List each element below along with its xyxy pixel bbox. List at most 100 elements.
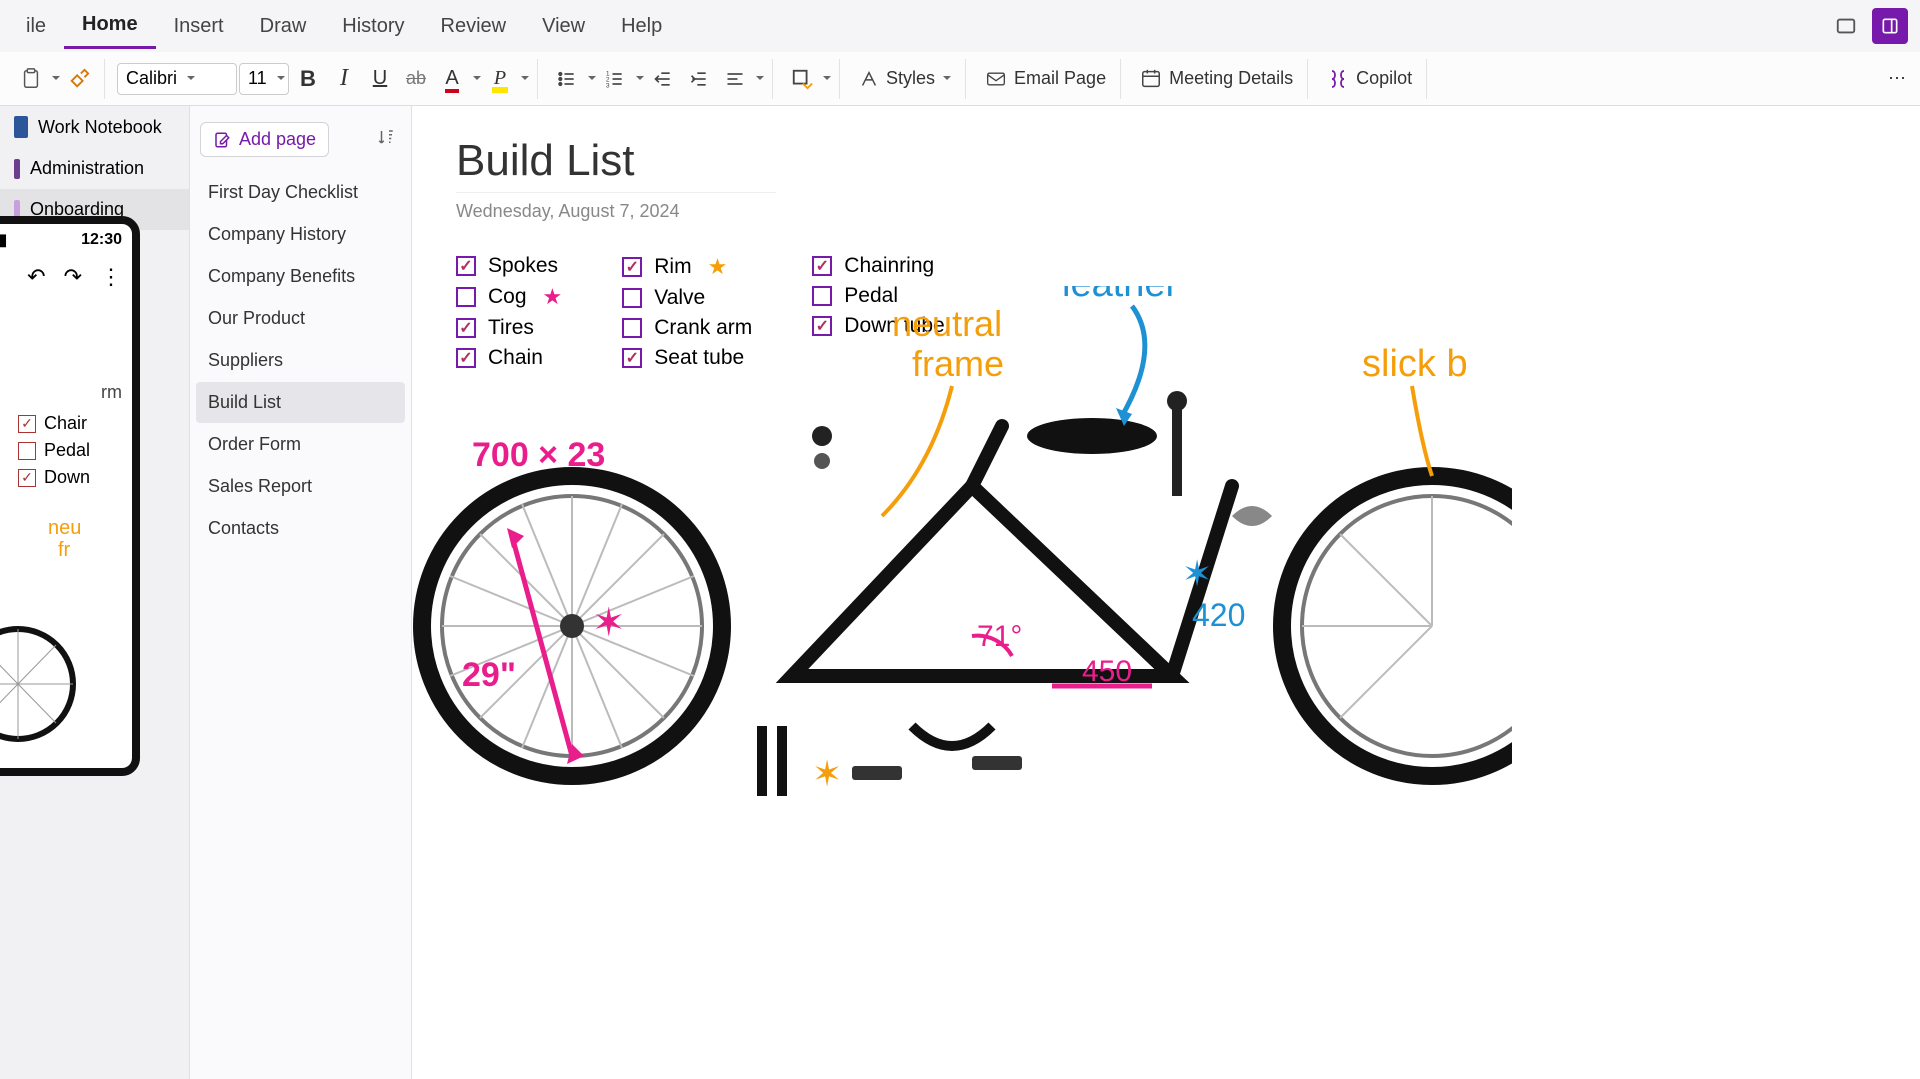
checkbox-icon[interactable]: [18, 442, 36, 460]
tab-history[interactable]: History: [324, 5, 422, 48]
page-item[interactable]: Build List: [196, 382, 405, 423]
svg-text:✶: ✶: [1182, 553, 1212, 594]
ink-420: 420: [1192, 597, 1245, 633]
undo-icon[interactable]: ↶: [27, 264, 45, 290]
phone-truncated-text: rm: [0, 382, 122, 403]
section-administration[interactable]: Administration: [0, 148, 189, 189]
svg-text:✶: ✶: [812, 753, 842, 794]
phone-check-row: ✓ Chair: [18, 413, 122, 434]
page-item[interactable]: Sales Report: [196, 466, 405, 507]
checkbox[interactable]: [622, 257, 642, 277]
page-item[interactable]: First Day Checklist: [196, 172, 405, 213]
page-item[interactable]: Company Benefits: [196, 256, 405, 297]
paste-dropdown[interactable]: [50, 68, 60, 89]
font-size-value: 11: [248, 68, 267, 89]
bullet-list-button[interactable]: [550, 61, 584, 97]
meeting-details-button[interactable]: Meeting Details: [1133, 61, 1299, 97]
phone-check-row: Pedal: [18, 440, 122, 461]
tab-review[interactable]: Review: [423, 5, 525, 48]
checkbox-icon[interactable]: ✓: [18, 469, 36, 487]
page-item[interactable]: Company History: [196, 214, 405, 255]
more-icon[interactable]: ⋮: [100, 264, 122, 290]
svg-text:3: 3: [606, 82, 610, 89]
font-size-select[interactable]: 11: [239, 63, 289, 95]
format-painter-button[interactable]: [62, 61, 96, 97]
highlight-button[interactable]: P: [483, 61, 517, 97]
numbered-dropdown[interactable]: [634, 68, 644, 89]
notebook-sidebar: Work Notebook Administration Onboarding …: [0, 106, 190, 1079]
home-toolbar: Calibri 11 B I U ab A P 123: [0, 52, 1920, 106]
copilot-button[interactable]: Copilot: [1320, 61, 1418, 97]
paste-button[interactable]: [14, 61, 48, 97]
numbered-list-button[interactable]: 123: [598, 61, 632, 97]
ink-450: 450: [1082, 655, 1132, 688]
bold-button[interactable]: B: [291, 61, 325, 97]
feed-icon[interactable]: [1872, 8, 1908, 44]
highlight-dropdown[interactable]: [519, 68, 529, 89]
page-item[interactable]: Order Form: [196, 424, 405, 465]
ink-wheel-size: 700 × 23: [472, 436, 605, 474]
page-item[interactable]: Contacts: [196, 508, 405, 549]
svg-text:frame: frame: [912, 343, 1004, 384]
add-page-label: Add page: [239, 129, 316, 150]
phone-bike-sketch: neu fr: [0, 504, 138, 764]
wifi-icon: ▾◢▮: [0, 230, 7, 250]
meeting-details-label: Meeting Details: [1169, 68, 1293, 89]
copilot-label: Copilot: [1356, 68, 1412, 89]
tags-dropdown[interactable]: [821, 68, 831, 89]
ink-neutral-frame: neutral: [892, 303, 1002, 344]
styles-label: Styles: [886, 68, 935, 89]
page-title[interactable]: Build List: [456, 136, 1876, 186]
tab-file[interactable]: ile: [8, 5, 64, 48]
page-date: Wednesday, August 7, 2024: [456, 192, 776, 230]
tab-home[interactable]: Home: [64, 3, 156, 49]
ribbon-tabs: ile Home Insert Draw History Review View…: [0, 0, 1920, 52]
bullet-dropdown[interactable]: [586, 68, 596, 89]
add-page-button[interactable]: Add page: [200, 122, 329, 157]
styles-button[interactable]: Styles: [852, 61, 957, 97]
email-page-button[interactable]: Email Page: [978, 61, 1112, 97]
note-canvas[interactable]: Build List Wednesday, August 7, 2024 Spo…: [412, 106, 1920, 1079]
checkbox[interactable]: [812, 256, 832, 276]
open-in-app-icon[interactable]: [1828, 8, 1864, 44]
italic-button[interactable]: I: [327, 61, 361, 97]
svg-text:fr: fr: [58, 539, 71, 561]
add-page-icon: [213, 131, 231, 149]
sort-pages-button[interactable]: [371, 122, 401, 157]
svg-text:neu: neu: [48, 517, 81, 539]
redo-icon[interactable]: ↷: [64, 264, 82, 290]
checkbox-icon[interactable]: ✓: [18, 415, 36, 433]
font-color-button[interactable]: A: [435, 61, 469, 97]
tab-insert[interactable]: Insert: [156, 5, 242, 48]
align-button[interactable]: [718, 61, 752, 97]
align-dropdown[interactable]: [754, 68, 764, 89]
font-color-dropdown[interactable]: [471, 68, 481, 89]
notebook-header[interactable]: Work Notebook: [0, 106, 189, 148]
checkbox[interactable]: [456, 256, 476, 276]
page-item[interactable]: Suppliers: [196, 340, 405, 381]
notebook-color-swatch: [14, 116, 28, 138]
toolbar-overflow[interactable]: ⋯: [1880, 61, 1914, 97]
phone-time: 12:30: [81, 231, 122, 249]
ink-29: 29": [462, 656, 516, 694]
tab-draw[interactable]: Draw: [242, 5, 325, 48]
page-item[interactable]: Our Product: [196, 298, 405, 339]
strikethrough-button[interactable]: ab: [399, 61, 433, 97]
section-color-bar: [14, 159, 20, 179]
tab-help[interactable]: Help: [603, 5, 680, 48]
phone-mockup: ▾◢▮ 12:30 ↶ ↷ ⋮ rm ✓ Chair Pedal ✓: [0, 216, 140, 776]
phone-check-row: ✓ Down: [18, 467, 122, 488]
underline-button[interactable]: U: [363, 61, 397, 97]
phone-status-bar: ▾◢▮ 12:30: [0, 224, 132, 256]
increase-indent-button[interactable]: [682, 61, 716, 97]
font-name-select[interactable]: Calibri: [117, 63, 237, 95]
section-label: Administration: [30, 158, 144, 179]
email-page-label: Email Page: [1014, 68, 1106, 89]
tab-view[interactable]: View: [524, 5, 603, 48]
ink-leather: leather: [1062, 286, 1179, 305]
page-list: Add page First Day Checklist Company His…: [190, 106, 412, 1079]
ink-71: 71°: [977, 620, 1022, 653]
ink-slick: slick b: [1362, 343, 1468, 385]
tags-button[interactable]: [785, 61, 819, 97]
decrease-indent-button[interactable]: [646, 61, 680, 97]
